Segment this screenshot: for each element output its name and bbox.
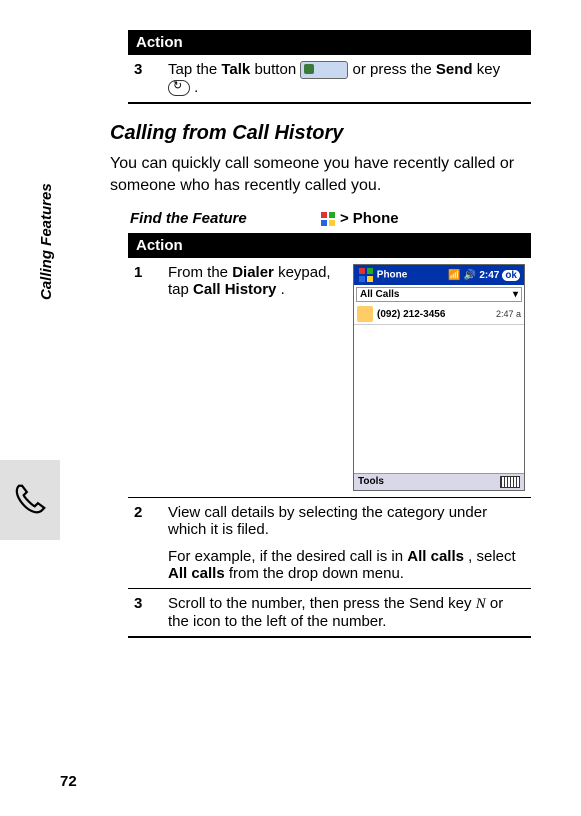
step2-example: For example, if the desired call is in A… bbox=[168, 548, 525, 582]
mock-status-icons: 📶 🔊 2:47 ok bbox=[448, 267, 520, 283]
text: or press the bbox=[353, 61, 436, 78]
call-entry-icon bbox=[357, 306, 373, 322]
chevron-down-icon: ▾ bbox=[513, 289, 518, 300]
sidebar-phone-tab bbox=[0, 460, 60, 540]
phone-screenshot-mock: Phone 📶 🔊 2:47 ok All Calls bbox=[353, 264, 525, 491]
feature-phone-label: Phone bbox=[353, 210, 399, 227]
find-feature-title: Find the Feature bbox=[130, 210, 320, 227]
send-label: Send bbox=[436, 61, 473, 78]
text: key bbox=[477, 61, 500, 78]
send-key-icon bbox=[168, 80, 190, 96]
keyboard-icon bbox=[500, 476, 520, 488]
windows-start-icon bbox=[358, 267, 374, 283]
windows-start-icon bbox=[320, 211, 336, 227]
step-number: 1 bbox=[128, 258, 162, 498]
section-heading: Calling from Call History bbox=[110, 122, 531, 145]
call-history-label: Call History bbox=[193, 281, 276, 298]
dialer-label: Dialer bbox=[232, 264, 274, 281]
chevron-text: > bbox=[340, 210, 349, 227]
phone-handset-icon bbox=[11, 481, 49, 519]
text: from the drop down menu. bbox=[229, 565, 404, 582]
step1-instruction: From the Dialer keypad, tap Call History… bbox=[168, 264, 341, 491]
mock-title: Phone bbox=[377, 270, 408, 281]
talk-label: Talk bbox=[221, 61, 250, 78]
mock-call-entry: (092) 212-3456 2:47 a bbox=[354, 304, 524, 325]
all-calls-label: All calls bbox=[168, 565, 225, 582]
step-number: 3 bbox=[128, 589, 162, 638]
text: , select bbox=[468, 548, 516, 565]
step3-instruction-top: Tap the Talk button or press the Send ke… bbox=[162, 55, 531, 103]
talk-button-icon bbox=[300, 61, 348, 79]
text: For example, if the desired call is in bbox=[168, 548, 407, 565]
text: View call details by selecting the categ… bbox=[168, 504, 525, 538]
action-header-2: Action bbox=[128, 233, 531, 258]
mock-bottom-bar: Tools bbox=[354, 473, 524, 490]
text: Tap the bbox=[168, 61, 221, 78]
text: button bbox=[254, 61, 300, 78]
mock-dropdown-label: All Calls bbox=[360, 289, 399, 300]
text: . bbox=[194, 79, 198, 96]
text: From the bbox=[168, 264, 232, 281]
feature-path: > Phone bbox=[320, 210, 399, 227]
intro-paragraph: You can quickly call someone you have re… bbox=[110, 153, 531, 196]
send-key-symbol: N bbox=[476, 596, 486, 612]
text: Scroll to the number, then press the Sen… bbox=[168, 595, 476, 612]
sidebar-section-label: Calling Features bbox=[38, 183, 55, 300]
mock-category-dropdown: All Calls ▾ bbox=[356, 287, 522, 302]
ok-button-icon: ok bbox=[502, 270, 520, 281]
action-header-1: Action bbox=[128, 30, 531, 55]
page-number: 72 bbox=[60, 773, 77, 790]
step2-instruction: View call details by selecting the categ… bbox=[162, 498, 531, 589]
mock-entry-number: (092) 212-3456 bbox=[377, 309, 492, 320]
step1-cell: From the Dialer keypad, tap Call History… bbox=[162, 258, 531, 498]
all-calls-label: All calls bbox=[407, 548, 464, 565]
mock-entry-time: 2:47 a bbox=[496, 309, 521, 319]
step-number: 3 bbox=[128, 55, 162, 103]
mock-tools-label: Tools bbox=[358, 476, 384, 488]
mock-clock: 2:47 bbox=[479, 270, 499, 281]
speaker-icon: 🔊 bbox=[464, 270, 476, 281]
signal-icon: 📶 bbox=[448, 270, 460, 281]
text: . bbox=[281, 281, 285, 298]
mock-titlebar: Phone 📶 🔊 2:47 ok bbox=[354, 265, 524, 285]
mock-empty-area bbox=[354, 325, 524, 473]
step-number: 2 bbox=[128, 498, 162, 589]
step3-instruction: Scroll to the number, then press the Sen… bbox=[162, 589, 531, 638]
